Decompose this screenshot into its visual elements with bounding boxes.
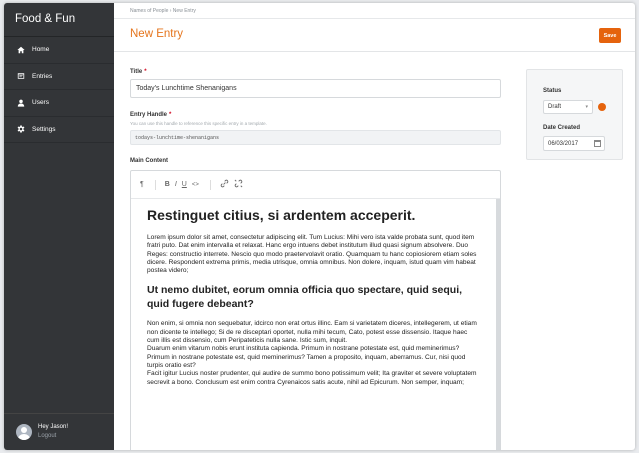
handle-label: Entry Handle * — [130, 112, 501, 118]
title-label-text: Title — [130, 69, 143, 75]
user-icon — [17, 99, 25, 107]
paragraph-format-button[interactable]: ¶ — [140, 181, 144, 188]
status-indicator — [598, 103, 606, 111]
logout-link[interactable]: Logout — [38, 432, 68, 441]
toolbar-divider — [209, 179, 211, 190]
user-greeting: Hey Jason! — [38, 424, 69, 430]
sidebar-item-label: Entries — [32, 72, 53, 80]
entry-form: Title * Today's Lunchtime Shenanigans Ent… — [130, 69, 501, 164]
code-button[interactable]: <> — [192, 182, 199, 188]
unlink-icon[interactable] — [234, 179, 243, 190]
toolbar-divider — [154, 179, 156, 190]
sidebar-item-home[interactable]: Home — [4, 37, 114, 64]
content-label: Main Content — [130, 158, 168, 164]
content-paragraph-2: Non enim, si omnia non sequebatur, idcir… — [147, 320, 478, 386]
entries-icon — [17, 73, 25, 80]
sidebar-item-label: Home — [32, 46, 50, 54]
date-value: 06/03/2017 — [548, 141, 579, 147]
home-icon — [17, 46, 25, 53]
sidebar-item-settings[interactable]: Settings — [4, 117, 114, 143]
content-paragraph-1: Lorem ipsum dolor sit amet, consectetur … — [147, 234, 477, 275]
editor-document[interactable]: Restinguet citius, si ardentem acceperit… — [147, 207, 478, 387]
breadcrumb[interactable]: Names of People › New Entry — [114, 3, 635, 19]
rich-text-editor: ¶ B I U <> Restinguet citius, si ardente… — [130, 170, 501, 450]
editor-toolbar: ¶ B I U <> — [131, 171, 500, 199]
date-label: Date Created — [543, 125, 581, 131]
content-line: Facit igitur Lucius noster prudenter, qu… — [147, 370, 477, 386]
required-marker: * — [144, 69, 147, 75]
content-heading-2: Ut nemo dubitet, eorum omnia officia quo… — [147, 284, 463, 310]
main-content: Names of People › New Entry New Entry Sa… — [114, 3, 635, 450]
editor-scrollbar[interactable] — [496, 199, 500, 450]
italic-button[interactable]: I — [175, 181, 177, 188]
status-value: Draft — [548, 104, 562, 110]
user-menu: Hey Jason! Logout — [4, 413, 114, 450]
app-title: Food & Fun — [4, 3, 114, 37]
underline-button[interactable]: U — [182, 181, 187, 188]
chevron-down-icon: ▾ — [585, 104, 588, 110]
date-field[interactable]: 06/03/2017 — [543, 136, 605, 151]
bold-button[interactable]: B — [165, 181, 170, 188]
content-line: Duarum enim vitarum nobis erunt institut… — [147, 345, 466, 369]
entry-meta-panel: Status Draft ▾ Date Created 06/03/2017 — [526, 69, 623, 160]
status-select[interactable]: Draft ▾ — [543, 100, 593, 114]
sidebar-item-entries[interactable]: Entries — [4, 64, 114, 90]
page-header: New Entry Save — [114, 19, 635, 52]
handle-hint: You can use this handle to reference thi… — [130, 121, 267, 126]
sidebar-item-label: Settings — [32, 125, 56, 133]
app-window: Food & Fun Home Entries Users Settings H… — [4, 3, 635, 450]
page-title: New Entry — [130, 28, 184, 40]
avatar — [16, 424, 32, 440]
sidebar-item-users[interactable]: Users — [4, 90, 114, 117]
calendar-icon[interactable] — [594, 140, 601, 147]
save-button[interactable]: Save — [599, 28, 621, 43]
status-label: Status — [543, 88, 562, 94]
handle-label-text: Entry Handle — [130, 112, 168, 118]
sidebar-item-label: Users — [32, 99, 49, 107]
gear-icon — [17, 125, 25, 133]
sidebar: Food & Fun Home Entries Users Settings H… — [4, 3, 114, 450]
required-marker: * — [169, 112, 172, 118]
content-heading-1: Restinguet citius, si ardentem acceperit… — [147, 207, 416, 223]
content-line: Non enim, si omnia non sequebatur, idcir… — [147, 320, 477, 345]
title-label: Title * — [130, 69, 501, 75]
title-field[interactable]: Today's Lunchtime Shenanigans — [130, 79, 501, 98]
link-icon[interactable] — [220, 179, 229, 190]
handle-field[interactable]: todays-lunchtime-shenanigans — [130, 130, 501, 145]
